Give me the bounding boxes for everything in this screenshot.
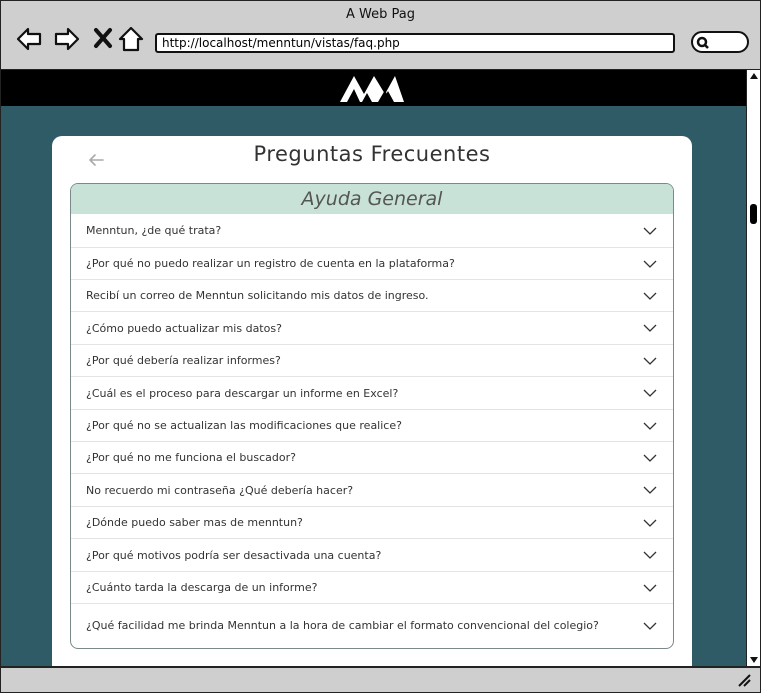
search-field[interactable] (691, 31, 749, 53)
faq-item[interactable]: ¿Cómo puedo actualizar mis datos? (71, 311, 673, 344)
home-icon[interactable] (117, 25, 145, 53)
menntun-logo (340, 76, 404, 102)
vertical-scrollbar[interactable] (746, 70, 760, 666)
faq-question: ¿Qué facilidad me brinda Menntun a la ho… (86, 619, 599, 632)
faq-panel: Ayuda General Menntun, ¿de qué trata? ¿Po… (70, 183, 674, 649)
faq-item[interactable]: ¿Cuánto tarda la descarga de un informe? (71, 571, 673, 603)
page-viewport: Preguntas Frecuentes Ayuda General Mennt… (1, 70, 746, 666)
chevron-down-icon[interactable] (643, 260, 657, 268)
resize-grip-icon[interactable] (736, 672, 752, 688)
section-header: Ayuda General (71, 184, 673, 214)
app-header (1, 70, 746, 106)
faq-item[interactable]: ¿Por qué no me funciona el buscador? (71, 441, 673, 473)
chevron-down-icon[interactable] (643, 389, 657, 397)
close-icon[interactable] (91, 25, 119, 53)
faq-question: Menntun, ¿de qué trata? (86, 224, 222, 237)
status-bar (1, 666, 760, 692)
browser-toolbar: A Web Pag http://localhost/menntun/vista… (1, 1, 760, 71)
faq-question: ¿Por qué motivos podría ser desactivada … (86, 548, 382, 562)
faq-item[interactable]: ¿Cuál es el proceso para descargar un in… (71, 376, 673, 409)
faq-question: Recibí un correo de Menntun solicitando … (86, 289, 429, 302)
faq-question: ¿Por qué debería realizar informes? (86, 354, 281, 367)
faq-item[interactable]: ¿Por qué debería realizar informes? (71, 344, 673, 376)
faq-question: ¿Dónde puedo saber mas de menntun? (86, 516, 303, 529)
chevron-down-icon[interactable] (643, 454, 657, 462)
faq-item[interactable]: ¿Qué facilidad me brinda Menntun a la ho… (71, 603, 673, 647)
faq-item[interactable]: ¿Por qué no se actualizan las modificaci… (71, 409, 673, 441)
faq-question: ¿Por qué no puedo realizar un registro d… (86, 257, 455, 270)
faq-item[interactable]: Menntun, ¿de qué trata? (71, 214, 673, 247)
faq-question: ¿Por qué no me funciona el buscador? (86, 451, 296, 464)
scroll-up-icon[interactable] (748, 71, 760, 81)
browser-window: A Web Pag http://localhost/menntun/vista… (0, 0, 761, 693)
scroll-down-icon[interactable] (748, 655, 760, 665)
address-bar[interactable]: http://localhost/menntun/vistas/faq.php (155, 33, 675, 53)
chevron-down-icon[interactable] (643, 324, 657, 332)
chevron-down-icon[interactable] (643, 551, 657, 559)
faq-question: ¿Cómo puedo actualizar mis datos? (86, 321, 282, 335)
faq-item[interactable]: ¿Por qué motivos podría ser desactivada … (71, 538, 673, 571)
faq-question: ¿Por qué no se actualizan las modificaci… (86, 419, 402, 432)
chevron-down-icon[interactable] (643, 519, 657, 527)
chevron-down-icon[interactable] (643, 486, 657, 494)
page-title: Preguntas Frecuentes (253, 142, 491, 166)
faq-question: No recuerdo mi contraseña ¿Qué debería h… (86, 483, 354, 497)
chevron-down-icon[interactable] (643, 584, 657, 592)
faq-item[interactable]: ¿Por qué no puedo realizar un registro d… (71, 247, 673, 279)
faq-card: Preguntas Frecuentes Ayuda General Mennt… (52, 136, 692, 666)
faq-item[interactable]: Recibí un correo de Menntun solicitando … (71, 279, 673, 311)
faq-item[interactable]: No recuerdo mi contraseña ¿Qué debería h… (71, 473, 673, 506)
window-title: A Web Pag (346, 7, 415, 22)
faq-question: ¿Cuánto tarda la descarga de un informe? (86, 581, 318, 594)
search-icon (696, 36, 709, 49)
chevron-down-icon[interactable] (643, 357, 657, 365)
chevron-down-icon[interactable] (643, 292, 657, 300)
chevron-down-icon[interactable] (643, 422, 657, 430)
faq-question: ¿Cuál es el proceso para descargar un in… (86, 386, 399, 400)
chevron-down-icon[interactable] (643, 227, 657, 235)
chevron-down-icon[interactable] (643, 622, 657, 630)
faq-list: Menntun, ¿de qué trata? ¿Por qué no puedo… (71, 214, 673, 647)
forward-arrow-icon[interactable] (53, 25, 81, 53)
faq-item[interactable]: ¿Dónde puedo saber mas de menntun? (71, 506, 673, 538)
back-arrow-icon[interactable] (15, 25, 43, 53)
scroll-thumb[interactable] (750, 204, 757, 224)
